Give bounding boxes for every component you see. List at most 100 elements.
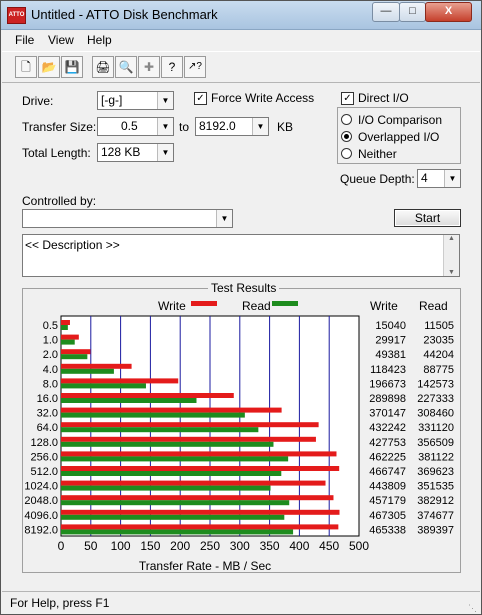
write-value-label: 457179	[369, 495, 406, 507]
new-icon[interactable]: 🗋	[15, 56, 37, 78]
read-bar	[61, 427, 259, 433]
force-write-label: Force Write Access	[211, 91, 315, 105]
y-tick-label: 128.0	[30, 437, 58, 449]
drive-label: Drive:	[22, 94, 54, 108]
x-tick-label: 0	[58, 539, 65, 553]
scroll-up-icon[interactable]: ▲	[444, 235, 459, 242]
menu-view[interactable]: View	[48, 33, 74, 47]
read-value-label: 381122	[418, 451, 454, 463]
write-value-label: 29917	[375, 335, 406, 347]
save-icon[interactable]: 💾	[61, 56, 83, 78]
toolbar: 🗋 📂 💾 🖨 🔍 ✚ ? ↗?	[2, 51, 480, 83]
read-value-label: 356509	[417, 437, 454, 449]
close-button[interactable]: X	[425, 2, 472, 22]
col-read-header: Read	[419, 299, 448, 313]
menu-help[interactable]: Help	[87, 33, 112, 47]
minimize-button[interactable]: —	[372, 2, 400, 22]
x-tick-label: 200	[170, 539, 190, 553]
write-value-label: 15040	[375, 320, 406, 332]
close-icon: X	[444, 5, 453, 17]
write-value-label: 465338	[369, 524, 406, 536]
x-tick-label: 350	[260, 539, 280, 553]
col-write-header: Write	[370, 299, 398, 313]
move-icon[interactable]: ✚	[138, 56, 160, 78]
start-button[interactable]: Start	[394, 209, 461, 227]
transfer-from-select[interactable]: 0.5 ▼	[97, 117, 174, 136]
y-tick-label: 0.5	[43, 320, 58, 332]
read-value-label: 382912	[417, 495, 454, 507]
write-bar	[61, 422, 319, 428]
maximize-icon: □	[409, 5, 416, 17]
read-bar	[61, 354, 88, 360]
x-tick-label: 300	[230, 539, 250, 553]
io-comparison-radio[interactable]	[341, 114, 352, 125]
direct-io-label: Direct I/O	[358, 91, 409, 105]
read-value-label: 331120	[418, 422, 454, 434]
chevron-down-icon: ▼	[216, 210, 232, 227]
transfer-from-value: 0.5	[121, 119, 138, 133]
chevron-down-icon: ▼	[252, 118, 268, 135]
transfer-to-select[interactable]: 8192.0 ▼	[195, 117, 269, 136]
queue-depth-label: Queue Depth:	[340, 172, 415, 186]
x-tick-label: 450	[319, 539, 339, 553]
y-tick-label: 8.0	[43, 378, 58, 390]
write-bar	[61, 466, 340, 471]
drive-select[interactable]: [-g-] ▼	[97, 91, 174, 110]
controlled-by-select[interactable]: ▼	[22, 209, 233, 228]
print-preview-icon[interactable]: 🔍	[115, 56, 137, 78]
write-value-label: 196673	[369, 378, 406, 390]
total-length-select[interactable]: 128 KB ▼	[97, 143, 174, 162]
force-write-checkbox[interactable]: ✓	[194, 92, 207, 105]
menu-bar: File View Help	[2, 30, 480, 50]
read-value-label: 369623	[417, 466, 454, 478]
read-value-label: 142573	[417, 378, 454, 390]
write-bar	[61, 349, 91, 355]
title-bar[interactable]: ATTO Untitled - ATTO Disk Benchmark — □ …	[1, 1, 481, 30]
legend-write-label: Write	[158, 299, 186, 313]
read-bar	[61, 471, 282, 476]
write-bar	[61, 509, 340, 515]
total-length-label: Total Length:	[22, 146, 91, 160]
legend-read-label: Read	[242, 299, 271, 313]
help-icon[interactable]: ?	[161, 56, 183, 78]
print-icon[interactable]: 🖨	[92, 56, 114, 78]
menu-file[interactable]: File	[15, 33, 34, 47]
open-icon[interactable]: 📂	[38, 56, 60, 78]
read-bar	[61, 485, 271, 491]
read-bar	[61, 529, 294, 535]
write-value-label: 370147	[369, 408, 406, 420]
scroll-down-icon[interactable]: ▼	[444, 269, 459, 276]
y-tick-label: 4096.0	[24, 510, 58, 522]
maximize-button[interactable]: □	[399, 2, 426, 22]
context-help-icon[interactable]: ↗?	[184, 56, 206, 78]
direct-io-checkbox[interactable]: ✓	[341, 92, 354, 105]
queue-depth-select[interactable]: 4 ▼	[417, 169, 461, 188]
write-bar	[61, 334, 79, 340]
neither-radio[interactable]	[341, 148, 352, 159]
app-window: ATTO Untitled - ATTO Disk Benchmark — □ …	[0, 0, 482, 615]
write-value-label: 289898	[369, 393, 406, 405]
description-scrollbar[interactable]: ▲ ▼	[443, 235, 459, 276]
description-box[interactable]: << Description >> ▲ ▼	[22, 234, 460, 277]
write-value-label: 467305	[369, 510, 406, 522]
write-value-label: 427753	[369, 437, 406, 449]
x-tick-label: 100	[111, 539, 131, 553]
resize-grip-icon[interactable]: ⋱	[468, 603, 478, 613]
y-tick-label: 16.0	[37, 393, 58, 405]
write-bar	[61, 524, 339, 530]
write-bar	[61, 393, 234, 398]
write-bar	[61, 363, 132, 369]
y-tick-label: 8192.0	[24, 524, 58, 536]
chevron-down-icon: ▼	[157, 118, 173, 135]
read-bar	[61, 500, 290, 506]
write-value-label: 49381	[375, 349, 406, 361]
drive-value: [-g-]	[101, 93, 123, 107]
write-value-label: 466747	[369, 466, 406, 478]
overlapped-io-radio[interactable]	[341, 131, 352, 142]
read-value-label: 11505	[424, 320, 454, 332]
write-value-label: 443809	[369, 481, 406, 493]
x-tick-label: 150	[140, 539, 160, 553]
read-bar	[61, 339, 75, 345]
y-tick-label: 1024.0	[24, 481, 58, 493]
minimize-icon: —	[380, 5, 392, 17]
